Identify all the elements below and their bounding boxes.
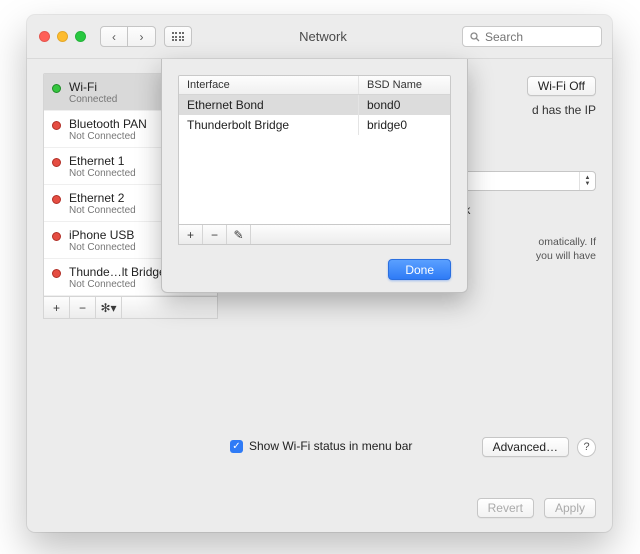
status-dot-icon	[52, 84, 61, 93]
show-all-button[interactable]	[164, 26, 192, 47]
pencil-icon: ✎	[233, 228, 243, 242]
auto-join-info: omatically. If you will have	[536, 235, 596, 263]
traffic-lights	[39, 31, 86, 42]
remove-service-button[interactable]: −	[70, 297, 96, 318]
cell-bsd: bond0	[359, 95, 450, 115]
show-wifi-checkbox-row[interactable]: ✓ Show Wi-Fi status in menu bar	[230, 439, 412, 453]
search-input[interactable]	[485, 30, 595, 44]
interface-table-tools: + − ✎	[178, 225, 451, 245]
help-button[interactable]: ?	[577, 438, 596, 457]
search-icon	[469, 31, 481, 43]
minus-icon: −	[211, 228, 218, 242]
checkbox-checked-icon[interactable]: ✓	[230, 440, 243, 453]
virtual-interfaces-sheet: Interface BSD Name Ethernet Bond bond0 T…	[161, 59, 468, 293]
minus-icon: −	[79, 301, 86, 315]
remove-interface-button[interactable]: −	[203, 225, 227, 244]
wifi-toggle-button[interactable]: Wi-Fi Off	[527, 76, 596, 96]
titlebar: ‹ › Network	[27, 15, 612, 59]
service-list-tools: + − ✻▾	[43, 297, 218, 319]
status-dot-icon	[52, 195, 61, 204]
status-dot-icon	[52, 269, 61, 278]
zoom-icon[interactable]	[75, 31, 86, 42]
add-service-button[interactable]: +	[44, 297, 70, 318]
edit-interface-button[interactable]: ✎	[227, 225, 251, 244]
window-title: Network	[192, 29, 454, 44]
chevron-left-icon: ‹	[112, 30, 116, 44]
status-dot-icon	[52, 232, 61, 241]
cell-bsd: bridge0	[359, 115, 450, 135]
cell-interface: Thunderbolt Bridge	[179, 115, 359, 135]
ip-desc: d has the IP	[532, 103, 596, 119]
apply-button[interactable]: Apply	[544, 498, 596, 518]
status-dot-icon	[52, 158, 61, 167]
plus-icon: +	[187, 228, 194, 242]
table-row[interactable]: Ethernet Bond bond0	[179, 95, 450, 115]
chevron-right-icon: ›	[140, 30, 144, 44]
plus-icon: +	[53, 301, 60, 315]
cell-interface: Ethernet Bond	[179, 95, 359, 115]
revert-button[interactable]: Revert	[477, 498, 534, 518]
done-button[interactable]: Done	[388, 259, 451, 280]
grid-icon	[172, 32, 185, 41]
service-actions-button[interactable]: ✻▾	[96, 297, 122, 318]
back-button[interactable]: ‹	[100, 26, 128, 47]
table-header: Interface BSD Name	[179, 76, 450, 95]
question-icon: ?	[583, 441, 589, 453]
forward-button[interactable]: ›	[128, 26, 156, 47]
search-field[interactable]	[462, 26, 602, 47]
gear-icon: ✻▾	[100, 301, 116, 315]
col-interface: Interface	[179, 76, 359, 94]
nav-back-forward: ‹ ›	[100, 26, 156, 47]
popup-arrows-icon: ▲▼	[579, 172, 595, 190]
preferences-window: ‹ › Network Wi-Fi Connected	[27, 15, 612, 532]
status-dot-icon	[52, 121, 61, 130]
window-footer: Revert Apply	[477, 498, 596, 518]
interfaces-table[interactable]: Interface BSD Name Ethernet Bond bond0 T…	[178, 75, 451, 225]
advanced-button[interactable]: Advanced…	[482, 437, 569, 457]
close-icon[interactable]	[39, 31, 50, 42]
minimize-icon[interactable]	[57, 31, 68, 42]
add-interface-button[interactable]: +	[179, 225, 203, 244]
col-bsd: BSD Name	[359, 76, 450, 94]
table-row[interactable]: Thunderbolt Bridge bridge0	[179, 115, 450, 135]
show-wifi-label: Show Wi-Fi status in menu bar	[249, 439, 412, 453]
